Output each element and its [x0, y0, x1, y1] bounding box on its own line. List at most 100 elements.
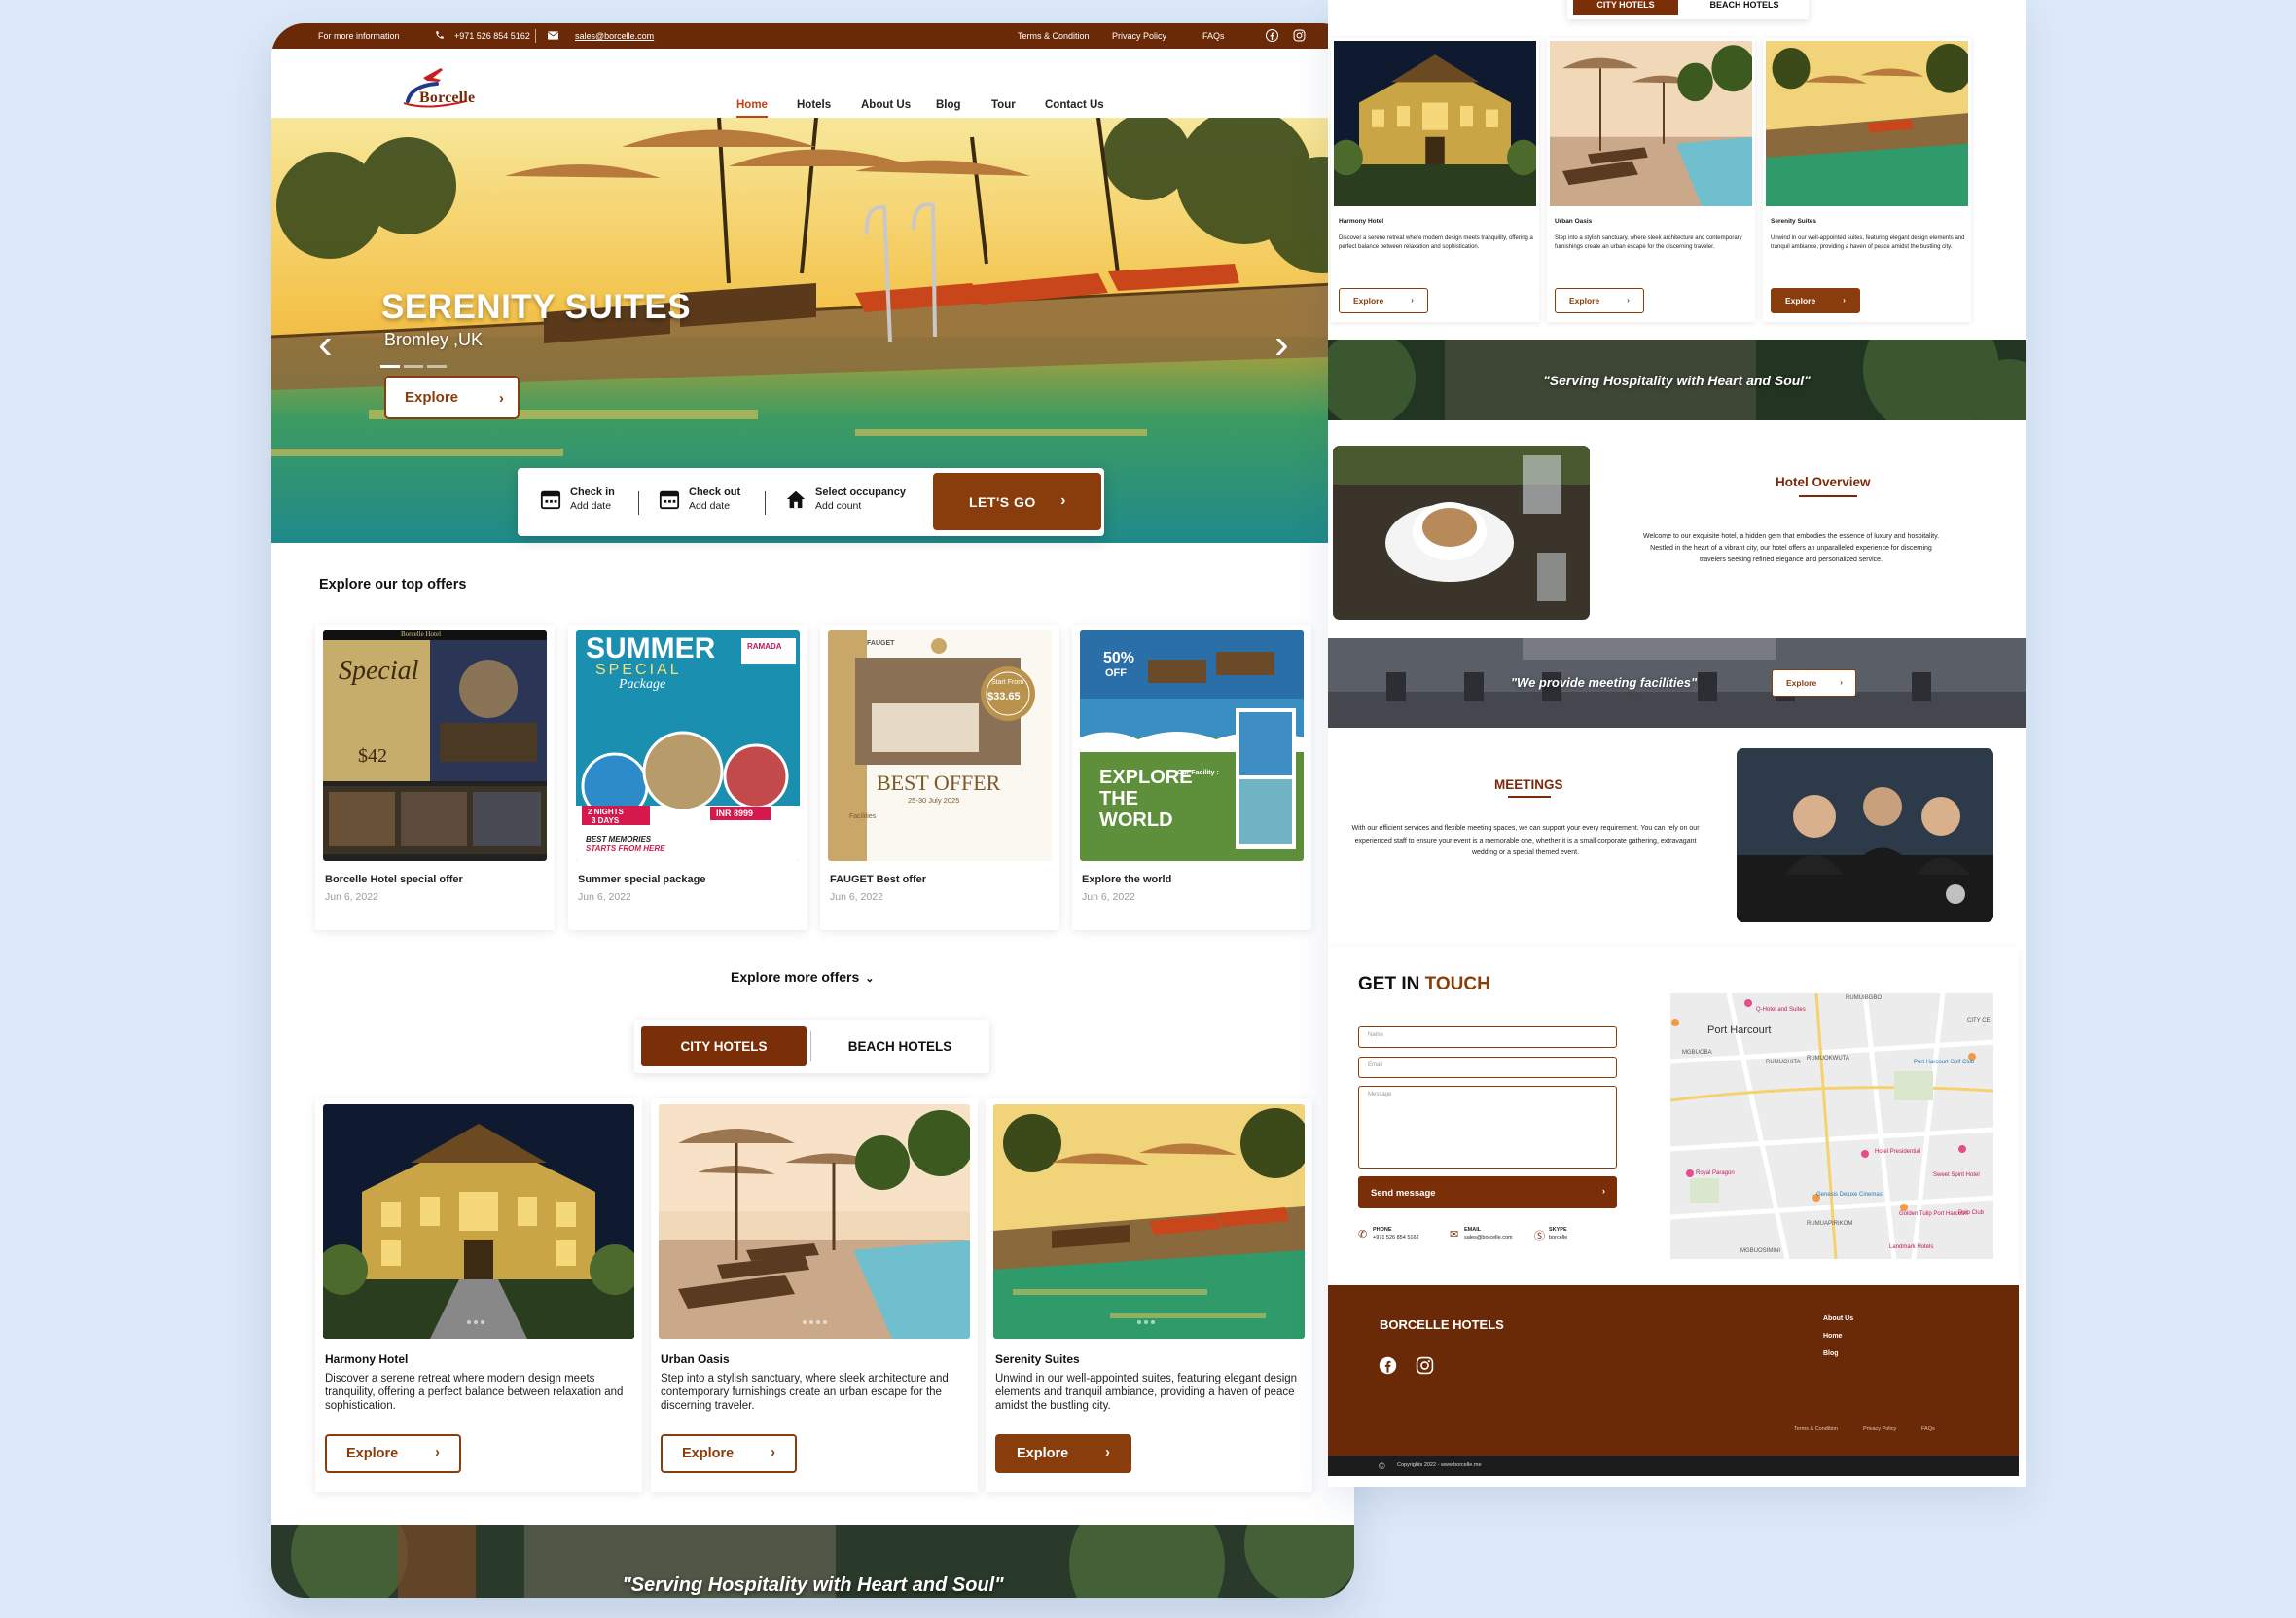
offer-poster: 50% OFF EXPLORE THE WORLD Our Facility : — [1080, 630, 1304, 861]
hotel-explore-button[interactable]: Explore › — [995, 1434, 1131, 1473]
offer-card[interactable]: Borcelle Hotel Special $42 Borcelle Hote… — [315, 625, 555, 930]
explore-more-offers-link[interactable]: Explore more offers ⌄ — [731, 969, 874, 985]
offer-date: Jun 6, 2022 — [830, 891, 883, 903]
faqs-link[interactable]: FAQs — [1202, 31, 1225, 41]
hotel-card: Urban Oasis Step into a stylish sanctuar… — [651, 1098, 978, 1492]
nav-hotels[interactable]: Hotels — [797, 99, 831, 111]
meetings-text: With our efficient services and flexible… — [1351, 825, 1700, 856]
name-field[interactable]: Name — [1358, 1026, 1617, 1048]
image-carousel-dots[interactable] — [1137, 1312, 1158, 1329]
hotel-description: Step into a stylish sanctuary, where sle… — [1555, 235, 1742, 250]
hotel-image[interactable] — [1334, 41, 1536, 206]
location-map[interactable]: RUMUIBGBO Q-Hotel and Suites Port Harcou… — [1670, 993, 1993, 1259]
homepage-mockup: For more information +971 526 854 5162 s… — [271, 23, 1354, 1598]
home-icon — [786, 490, 806, 509]
copyright-bar: © Copyrights 2022 - www.borcelle.me — [1328, 1456, 2019, 1476]
image-carousel-dots[interactable] — [467, 1312, 487, 1329]
hotel-explore-button[interactable]: Explore › — [1555, 288, 1644, 313]
chevron-right-icon: › — [499, 390, 504, 407]
hotel-explore-button[interactable]: Explore › — [661, 1434, 797, 1473]
chevron-right-icon: › — [435, 1445, 440, 1460]
hotel-image[interactable] — [1550, 41, 1752, 206]
tab-beach-hotels[interactable]: BEACH HOTELS — [1692, 0, 1797, 15]
offer-title: Summer special package — [578, 874, 706, 885]
overview-title: Hotel Overview — [1776, 475, 1871, 489]
hotel-type-tabs: CITY HOTELS BEACH HOTELS — [1567, 0, 1809, 19]
slide-indicator[interactable] — [380, 355, 450, 368]
hotel-image[interactable] — [993, 1104, 1305, 1339]
offer-title: FAUGET Best offer — [830, 874, 927, 885]
quote-text: "Serving Hospitality with Heart and Soul… — [622, 1574, 1004, 1596]
divider — [638, 491, 639, 515]
hero-explore-button[interactable]: Explore › — [384, 376, 520, 419]
nav-tour[interactable]: Tour — [991, 99, 1016, 111]
offer-card[interactable]: 50% OFF EXPLORE THE WORLD Our Facility :… — [1072, 625, 1311, 930]
nav-contact[interactable]: Contact Us — [1045, 99, 1104, 111]
hero-location: Bromley ,UK — [384, 330, 484, 349]
booking-bar: Check in Add date Check out Add date Sel… — [518, 468, 1104, 536]
brand-logo[interactable]: Borcelle — [398, 64, 487, 113]
divider — [810, 1031, 811, 1061]
facebook-icon[interactable] — [1265, 28, 1278, 42]
footer-link-about[interactable]: About Us — [1823, 1315, 1853, 1322]
double-chevron-down-icon: ⌄ — [865, 973, 875, 985]
facebook-icon[interactable] — [1379, 1356, 1397, 1375]
offer-title: Borcelle Hotel special offer — [325, 874, 463, 885]
site-footer: BORCELLE HOTELS About Us Home Blog Terms… — [1328, 1285, 2019, 1476]
footer-privacy-link[interactable]: Privacy Policy — [1863, 1426, 1896, 1432]
contact-email: ✉ EMAIL sales@borcelle.com — [1450, 1227, 1513, 1240]
chevron-right-icon: › — [1843, 295, 1846, 305]
hotel-explore-button[interactable]: Explore › — [1339, 288, 1428, 313]
hotel-image[interactable] — [1766, 41, 1968, 206]
message-field[interactable]: Message — [1358, 1086, 1617, 1169]
phone-icon — [433, 28, 447, 42]
instagram-icon[interactable] — [1416, 1356, 1434, 1375]
divider — [765, 491, 766, 515]
image-carousel-dots[interactable] — [803, 1312, 830, 1329]
footer-faqs-link[interactable]: FAQs — [1921, 1426, 1935, 1432]
email-link[interactable]: sales@borcelle.com — [575, 31, 654, 41]
hotel-explore-button[interactable]: Explore › — [325, 1434, 461, 1473]
meeting-facilities-banner: "We provide meeting facilities" — [1328, 638, 2026, 728]
hotel-image[interactable] — [323, 1104, 634, 1339]
chevron-right-icon: › — [1627, 295, 1630, 305]
nav-about[interactable]: About Us — [861, 99, 911, 111]
tab-city-hotels[interactable]: CITY HOTELS — [641, 1026, 807, 1066]
meeting-explore-button[interactable]: Explore › — [1772, 669, 1856, 697]
hotel-description: Unwind in our well-appointed suites, fea… — [995, 1373, 1298, 1412]
meeting-quote: "We provide meeting facilities" — [1510, 675, 1698, 690]
offer-card[interactable]: SUMMER SPECIAL Package RAMADA 2 NIGHTS 3… — [568, 625, 807, 930]
divider — [1508, 796, 1551, 798]
hotel-card: Harmony Hotel Discover a serene retreat … — [315, 1098, 642, 1492]
homepage-mockup-continued: CITY HOTELS BEACH HOTELS Harmony Hotel D… — [1328, 0, 2026, 1487]
terms-link[interactable]: Terms & Condition — [1018, 31, 1090, 41]
hotel-card: Urban Oasis Step into a stylish sanctuar… — [1547, 38, 1755, 322]
nav-home[interactable]: Home — [736, 99, 768, 118]
overview-text: Welcome to our exquisite hotel, a hidden… — [1642, 533, 1940, 563]
footer-terms-link[interactable]: Terms & Condition — [1794, 1426, 1838, 1432]
prev-slide-icon[interactable]: ‹ — [318, 323, 347, 366]
phone-number[interactable]: +971 526 854 5162 — [454, 31, 530, 41]
chevron-right-icon: › — [1411, 295, 1414, 305]
offer-date: Jun 6, 2022 — [1082, 891, 1135, 903]
quote-banner: "Serving Hospitality with Heart and Soul… — [271, 1525, 1354, 1598]
hotel-image[interactable] — [659, 1104, 970, 1339]
instagram-icon[interactable] — [1292, 28, 1306, 42]
send-message-button[interactable]: Send message › — [1358, 1176, 1617, 1208]
chevron-right-icon: › — [1601, 1186, 1605, 1197]
lets-go-button[interactable]: LET'S GO › — [933, 473, 1101, 530]
offer-card[interactable]: FAUGET Start From $33.65 BEST OFFER 25-3… — [820, 625, 1059, 930]
hotel-description: Unwind in our well-appointed suites, fea… — [1771, 235, 1965, 250]
meetings-title: MEETINGS — [1494, 777, 1563, 792]
calendar-icon — [659, 490, 680, 510]
next-slide-icon[interactable]: › — [1274, 323, 1304, 366]
privacy-link[interactable]: Privacy Policy — [1112, 31, 1166, 41]
hotel-explore-button[interactable]: Explore › — [1771, 288, 1860, 313]
hotel-type-tabs: CITY HOTELS BEACH HOTELS — [634, 1020, 989, 1073]
tab-beach-hotels[interactable]: BEACH HOTELS — [817, 1026, 983, 1066]
footer-link-home[interactable]: Home — [1823, 1333, 1842, 1340]
footer-link-blog[interactable]: Blog — [1823, 1350, 1839, 1357]
email-field[interactable]: Email — [1358, 1057, 1617, 1078]
nav-blog[interactable]: Blog — [936, 99, 961, 111]
tab-city-hotels[interactable]: CITY HOTELS — [1573, 0, 1678, 15]
